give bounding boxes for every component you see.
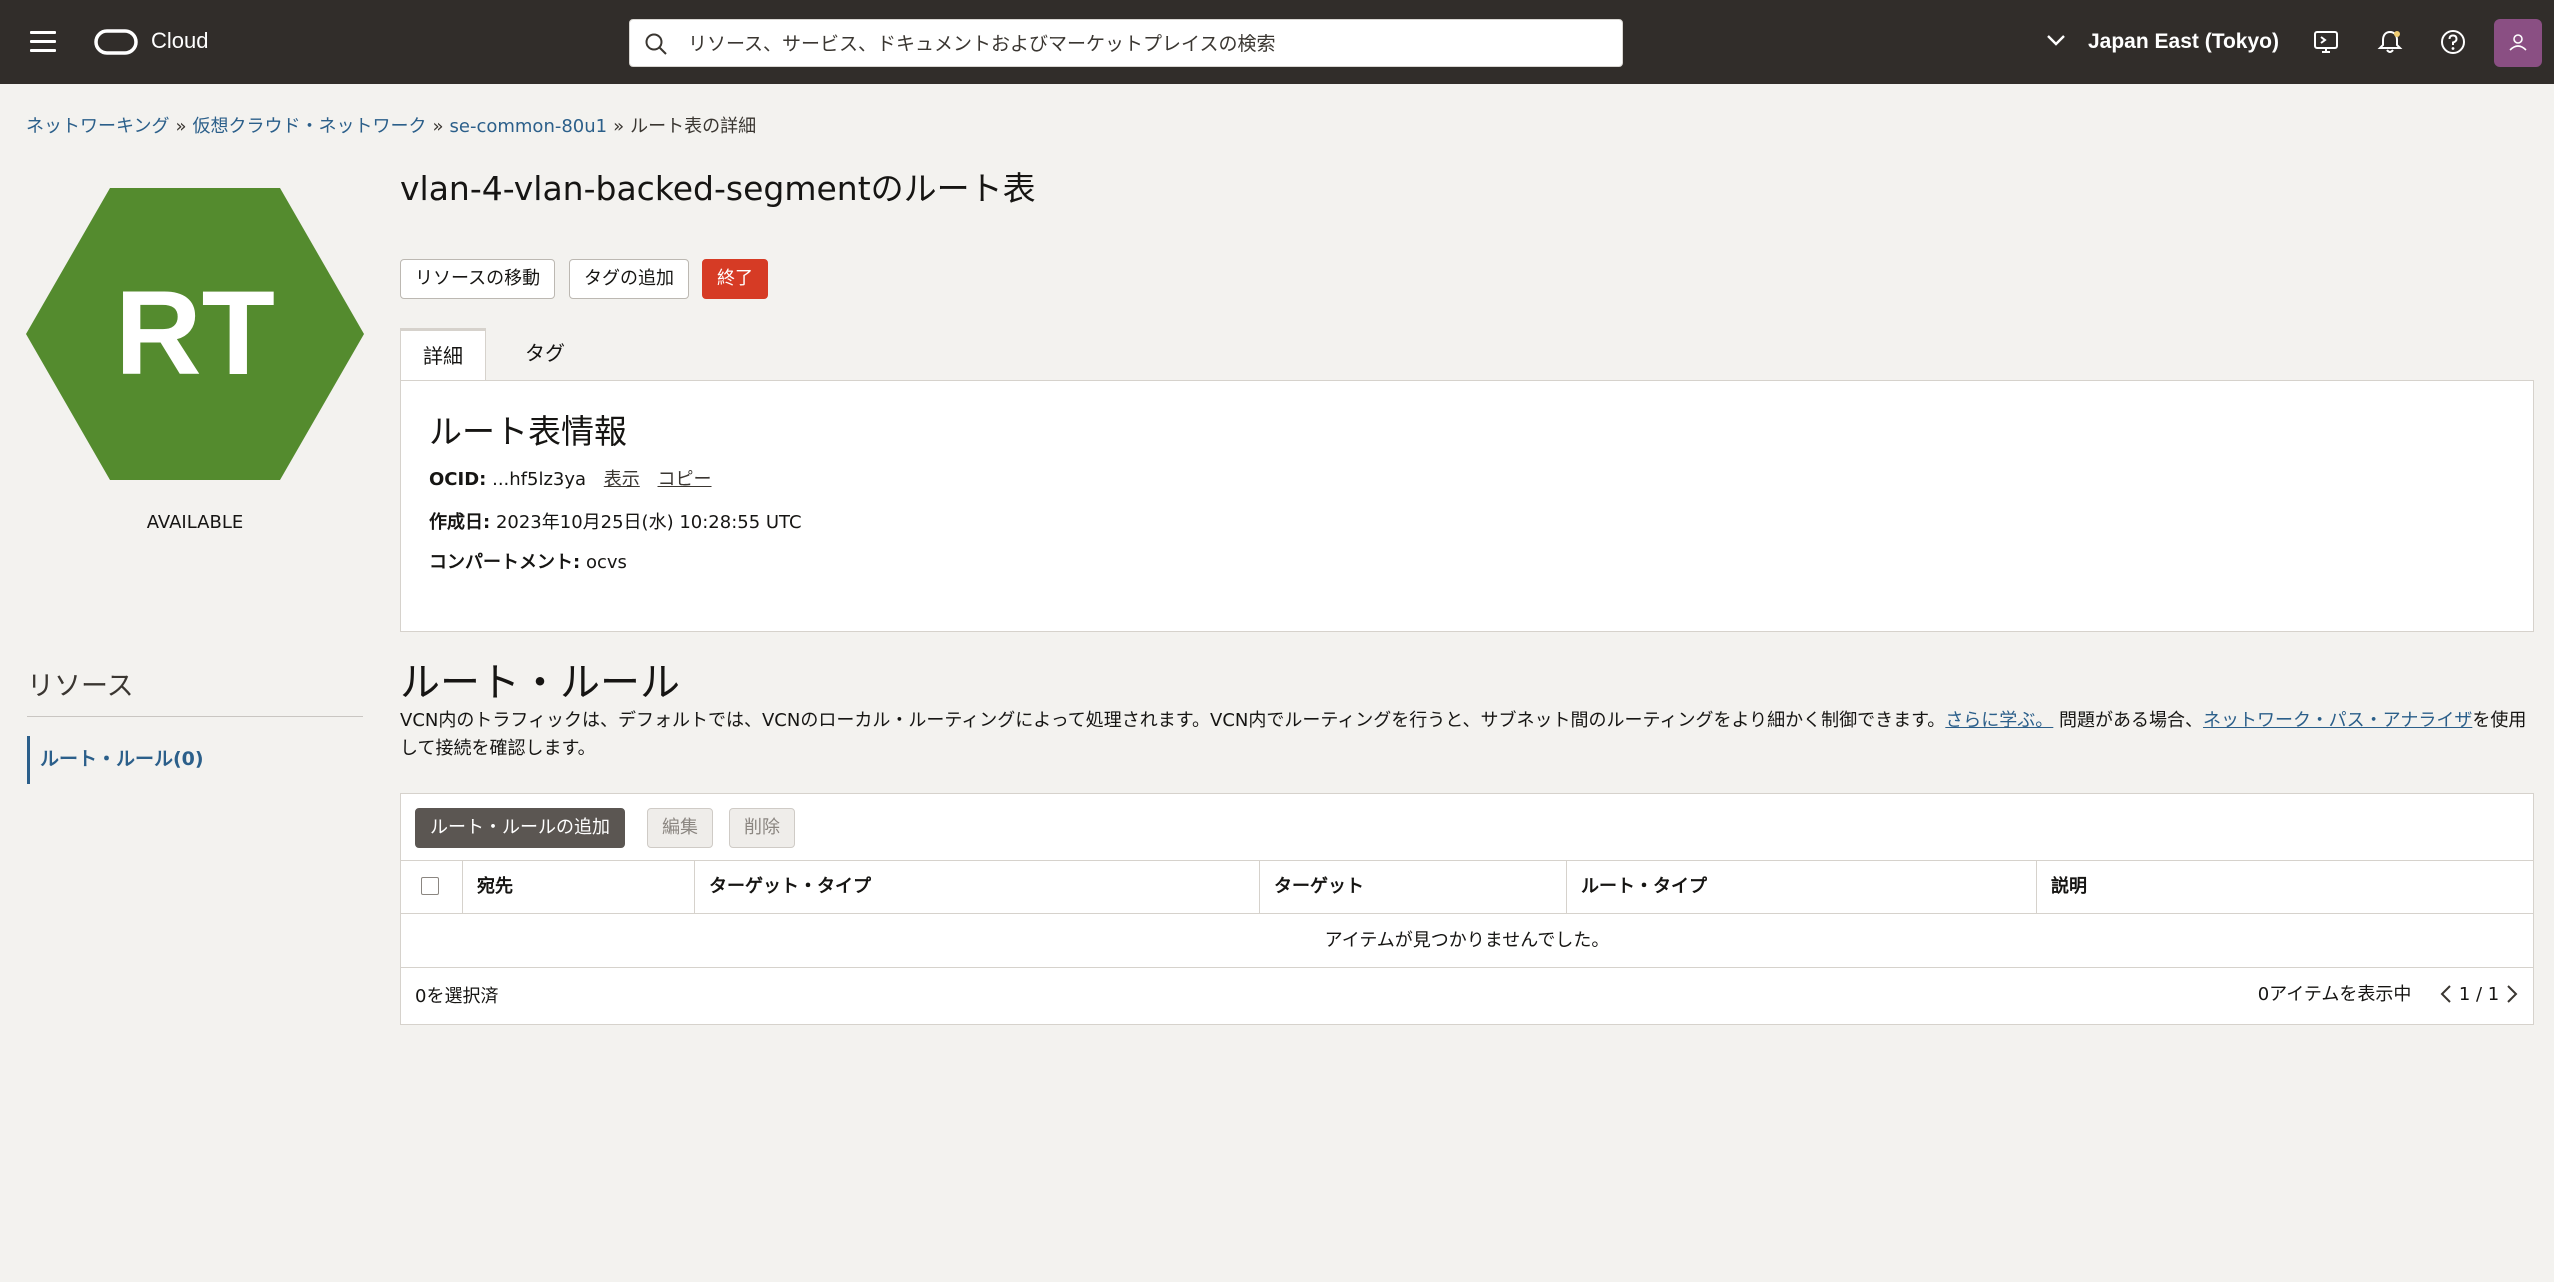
- description-text: VCN内のトラフィックは、デフォルトでは、VCNのローカル・ルーティングによって…: [400, 710, 1946, 731]
- page-title: vlan-4-vlan-backed-segmentのルート表: [400, 169, 1036, 208]
- hamburger-menu-icon[interactable]: [30, 31, 56, 53]
- oracle-logo-icon[interactable]: [94, 29, 138, 55]
- delete-button[interactable]: 削除: [729, 808, 795, 848]
- terminate-button[interactable]: 終了: [702, 259, 768, 299]
- compartment-field: コンパートメント: ocvs: [429, 548, 627, 574]
- route-table-hexagon-icon: RT: [26, 188, 364, 480]
- search-box[interactable]: [629, 19, 1623, 67]
- column-description[interactable]: 説明: [2036, 861, 2533, 913]
- empty-table-message: アイテムが見つかりませんでした。: [401, 914, 2533, 968]
- breadcrumb-separator: »: [175, 116, 187, 137]
- breadcrumb-vcn-name[interactable]: se-common-80u1: [450, 116, 608, 137]
- column-destination[interactable]: 宛先: [462, 861, 694, 913]
- breadcrumb: ネットワーキング» 仮想クラウド・ネットワーク» se-common-80u1» ルー…: [26, 112, 756, 138]
- notifications-bell-icon[interactable]: [2377, 29, 2403, 55]
- resources-divider: [27, 716, 363, 717]
- breadcrumb-vcn[interactable]: 仮想クラウド・ネットワーク: [192, 116, 426, 137]
- search-input[interactable]: [686, 28, 1590, 60]
- breadcrumb-separator: »: [432, 116, 444, 137]
- description-text: 問題がある場合、: [2053, 710, 2204, 731]
- ocid-label: OCID:: [429, 469, 487, 490]
- breadcrumb-separator: »: [613, 116, 625, 137]
- created-value: 2023年10月25日(水) 10:28:55 UTC: [495, 512, 802, 533]
- info-title: ルート表情報: [429, 412, 627, 451]
- top-navigation-bar: Cloud Japan East (Tokyo): [0, 0, 2554, 84]
- compartment-label: コンパートメント:: [429, 552, 581, 573]
- select-all-checkbox[interactable]: [421, 877, 439, 895]
- table-header: 宛先 ターゲット・タイプ ターゲット ルート・タイプ 説明: [401, 860, 2533, 914]
- region-selector[interactable]: Japan East (Tokyo): [2046, 30, 2279, 54]
- cloud-shell-icon[interactable]: [2313, 29, 2339, 55]
- compartment-value: ocvs: [585, 552, 627, 573]
- route-rules-heading: ルート・ルール: [400, 660, 680, 706]
- column-route-type[interactable]: ルート・タイプ: [1566, 861, 2036, 913]
- created-field: 作成日: 2023年10月25日(水) 10:28:55 UTC: [429, 508, 802, 534]
- route-table-info-panel: ルート表情報 OCID: ...hf5lz3ya 表示 コピー 作成日: 202…: [400, 380, 2534, 632]
- learn-more-link[interactable]: さらに学ぶ。: [1945, 710, 2053, 731]
- resource-icon-text: RT: [115, 266, 275, 400]
- user-icon: [2509, 34, 2527, 51]
- user-avatar[interactable]: [2494, 19, 2542, 67]
- move-resource-button[interactable]: リソースの移動: [400, 259, 556, 299]
- region-label: Japan East (Tokyo): [2088, 30, 2279, 53]
- add-tags-button[interactable]: タグの追加: [569, 259, 689, 299]
- lifecycle-status: AVAILABLE: [146, 512, 244, 533]
- column-target-type[interactable]: ターゲット・タイプ: [694, 861, 1259, 913]
- next-page-icon[interactable]: [2505, 984, 2519, 1004]
- previous-page-icon[interactable]: [2439, 984, 2453, 1004]
- edit-button[interactable]: 編集: [647, 808, 713, 848]
- chevron-down-icon: [2047, 35, 2065, 46]
- add-route-rules-button[interactable]: ルート・ルールの追加: [415, 808, 625, 848]
- search-icon: [645, 33, 667, 55]
- ocid-field: OCID: ...hf5lz3ya 表示 コピー: [429, 465, 712, 491]
- ocid-value: ...hf5lz3ya: [492, 469, 587, 490]
- selected-count: 0を選択済: [415, 986, 499, 1007]
- breadcrumb-networking[interactable]: ネットワーキング: [26, 116, 169, 137]
- brand-label[interactable]: Cloud: [151, 28, 208, 54]
- resources-heading: リソース: [27, 671, 134, 702]
- copy-ocid-link[interactable]: コピー: [658, 469, 712, 490]
- pagination: 0アイテムを表示中 1 / 1: [2258, 980, 2519, 1006]
- column-target[interactable]: ターゲット: [1259, 861, 1566, 913]
- route-rules-table: ルート・ルールの追加 編集 削除 宛先 ターゲット・タイプ ターゲット ルート・…: [400, 793, 2534, 1025]
- created-label: 作成日:: [429, 512, 491, 533]
- resource-link-route-rules[interactable]: ルート・ルール(0): [27, 736, 327, 784]
- items-showing: 0アイテムを表示中: [2257, 984, 2412, 1005]
- network-path-analyzer-link[interactable]: ネットワーク・パス・アナライザ: [2203, 710, 2472, 731]
- route-rules-description: VCN内のトラフィックは、デフォルトでは、VCNのローカル・ルーティングによって…: [400, 707, 2534, 763]
- breadcrumb-current: ルート表の詳細: [630, 116, 757, 137]
- help-icon[interactable]: [2440, 29, 2466, 55]
- page-indicator: 1 / 1: [2458, 984, 2500, 1005]
- tab-details[interactable]: 詳細: [400, 328, 486, 380]
- tab-tags[interactable]: タグ: [503, 328, 587, 380]
- show-ocid-link[interactable]: 表示: [604, 469, 640, 490]
